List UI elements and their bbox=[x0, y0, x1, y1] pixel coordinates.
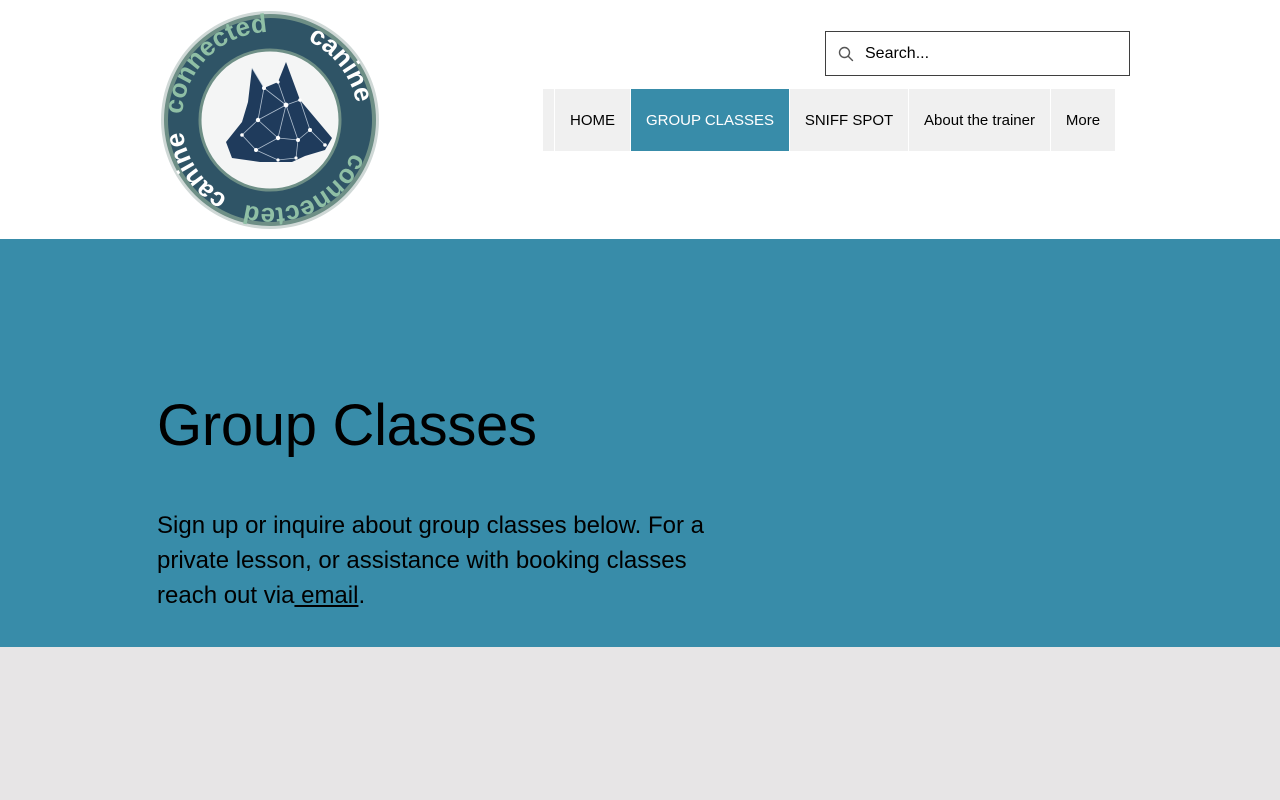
hero-intro-text: Sign up or inquire about group classes b… bbox=[157, 508, 717, 613]
email-link[interactable]: email bbox=[294, 582, 358, 609]
site-header: connected canine connected canine Search… bbox=[0, 0, 1280, 239]
hero-section: Group Classes Sign up or inquire about g… bbox=[0, 239, 1280, 647]
site-search[interactable] bbox=[825, 31, 1130, 76]
intro-text-before-link: Sign up or inquire about group classes b… bbox=[157, 512, 704, 609]
nav-item-sniff-spot[interactable]: SNIFF SPOT bbox=[790, 89, 908, 151]
nav-item-about-trainer[interactable]: About the trainer bbox=[909, 89, 1050, 151]
intro-text-after-link: . bbox=[358, 582, 366, 609]
nav-item-home[interactable]: HOME bbox=[555, 89, 630, 151]
nav-left-cap bbox=[543, 89, 554, 151]
page-title: Group Classes bbox=[157, 393, 537, 458]
content-section bbox=[0, 647, 1280, 800]
nav-item-group-classes[interactable]: GROUP CLASSES bbox=[631, 89, 789, 151]
search-input[interactable] bbox=[865, 44, 1105, 63]
search-icon[interactable] bbox=[838, 46, 854, 62]
nav-item-more[interactable]: More bbox=[1051, 89, 1115, 151]
main-nav: HOME GROUP CLASSES SNIFF SPOT About the … bbox=[543, 89, 1116, 151]
site-logo[interactable]: connected canine connected canine bbox=[160, 10, 380, 230]
